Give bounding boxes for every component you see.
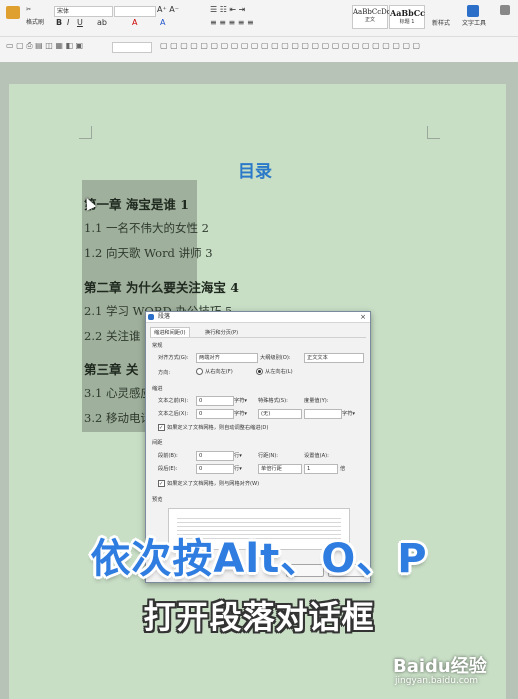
quick-access-icons-2[interactable]: ▢ ▢ ▢ ▢ ▢ ▢ ▢ ▢ ▢ ▢ ▢ ▢ ▢ ▢ ▢ ▢ ▢ ▢ ▢ ▢ … [160, 42, 420, 50]
style-normal[interactable]: AaBbCcDd 正文 [352, 5, 392, 29]
after-text-label: 文本之后(X): [158, 411, 189, 417]
toc-entry[interactable]: 3.1 心灵感应 [84, 385, 152, 401]
quick-access-icons[interactable]: ▭ ▢ ⎙ ▤ ◫ ▦ ◧ ▣ [6, 42, 83, 50]
unit-select[interactable]: 行▾ [234, 465, 242, 472]
tab-indent-spacing[interactable]: 缩进和间距(I) [150, 327, 190, 337]
strikethrough-icon[interactable]: ab [97, 19, 107, 27]
at-label: 设置值(A): [304, 453, 329, 459]
format-painter-label: 格式刷 [26, 19, 45, 26]
outline-level-select[interactable]: 正文文本 [304, 353, 364, 363]
rtl-radio[interactable]: 从右向左(F) [196, 368, 233, 375]
margin-mark [427, 126, 440, 139]
toc-entry[interactable]: 第三章 关 [84, 359, 138, 378]
before-text-input[interactable]: 0 [196, 396, 234, 406]
baidu-watermark: Baidu经验 jingyan.baidu.com [393, 652, 513, 686]
text-tools-button[interactable]: 文字工具 [462, 20, 486, 28]
space-after-label: 段后(E): [158, 466, 178, 472]
style-normal-label: 正文 [364, 17, 375, 23]
underline-button[interactable]: U [77, 19, 83, 27]
dialog-titlebar: 段落 [146, 312, 370, 323]
section-general: 常规 [152, 343, 163, 349]
tab-line-page-breaks[interactable]: 换行和分页(P) [202, 328, 241, 337]
ltr-label: 从左向右(L) [265, 369, 293, 375]
new-style-button[interactable]: 新样式 [432, 20, 450, 28]
bold-button[interactable]: B [56, 19, 62, 27]
toc-entry[interactable]: 第二章 为什么要关注海宝 4 [84, 277, 239, 296]
cut-icon[interactable]: ✂ [26, 6, 31, 14]
special-select[interactable]: (无) [258, 409, 302, 419]
grid-snap-label: 如果定义了文档网格，则与网格对齐(W) [167, 481, 260, 487]
toolbar-divider [0, 36, 518, 37]
highlight-icon[interactable]: A [132, 19, 137, 27]
format-painter-button[interactable]: 格式刷 [26, 19, 44, 27]
tab-divider [150, 337, 366, 338]
toolbar-ribbon: ✂ 格式刷 宋体 A⁺ A⁻ B I U ab A A ☰ ☷ ⇤ ⇥ ≡ ≡ … [0, 0, 518, 63]
space-after-input[interactable]: 0 [196, 464, 234, 474]
dialog-title: 段落 [158, 313, 171, 320]
unit-select[interactable]: 行▾ [234, 452, 242, 459]
close-icon[interactable]: × [360, 312, 366, 322]
grid-indent-label: 如果定义了文档网格，则自动调整右缩进(D) [167, 425, 269, 431]
after-text-input[interactable]: 0 [196, 409, 234, 419]
radio-icon [196, 368, 203, 375]
toc-entry[interactable]: 3.2 移动电话 [84, 410, 152, 426]
toc-entry[interactable]: 1.2 向天歌 Word 讲师 3 [84, 245, 213, 261]
toc-entry[interactable]: 第一章 海宝是谁 1 [84, 194, 189, 213]
alignment-label: 对齐方式(G): [158, 355, 189, 361]
rtl-label: 从右向左(F) [205, 369, 233, 375]
unit-select[interactable]: 字符▾ [234, 397, 247, 404]
space-before-label: 段前(B): [158, 453, 178, 459]
outline-level-label: 大纲级别(O): [260, 355, 291, 361]
watermark-brand: Baidu经验 [393, 656, 487, 677]
space-before-input[interactable]: 0 [196, 451, 234, 461]
unit-select[interactable]: 字符▾ [234, 410, 247, 417]
font-color-icon[interactable]: A [160, 19, 165, 27]
italic-button[interactable]: I [67, 19, 69, 27]
margin-mark [79, 126, 92, 139]
find-replace-icon[interactable] [500, 5, 510, 15]
line-spacing-select[interactable]: 单倍行距 [258, 464, 302, 474]
watermark-url: jingyan.baidu.com [395, 676, 479, 686]
section-spacing: 间距 [152, 440, 163, 446]
at-input[interactable]: 1 [304, 464, 338, 474]
unit-select[interactable]: 字符▾ [342, 410, 355, 417]
style-heading1[interactable]: AaBbCc 标题 1 [389, 5, 425, 29]
grid-indent-checkbox[interactable]: ✓ 如果定义了文档网格，则自动调整右缩进(D) [158, 424, 268, 431]
at-unit: 倍 [340, 466, 346, 472]
caption-description: 打开段落对话框 [143, 598, 375, 636]
font-size-select[interactable] [114, 6, 156, 17]
text-tools-icon [467, 5, 479, 17]
before-text-label: 文本之前(R): [158, 398, 189, 404]
section-preview: 预览 [152, 497, 163, 503]
toc-entry[interactable]: 2.2 关注谁 [84, 328, 140, 344]
style-h1-preview: AaBbCc [390, 8, 425, 18]
wps-icon [148, 314, 154, 320]
style-normal-preview: AaBbCcDd [353, 8, 392, 16]
grow-font-icon[interactable]: A⁺ A⁻ [157, 6, 179, 14]
measure-input[interactable] [304, 409, 342, 419]
bullets-icon[interactable]: ☰ ☷ ⇤ ⇥ [210, 6, 245, 14]
direction-label: 方向: [158, 370, 171, 376]
checkbox-checked-icon: ✓ [158, 424, 165, 431]
paste-icon[interactable] [6, 6, 20, 19]
radio-icon [256, 368, 263, 375]
line-spacing-label: 行距(N): [258, 453, 279, 459]
ltr-radio[interactable]: 从左向右(L) [256, 368, 293, 375]
checkbox-checked-icon: ✓ [158, 480, 165, 487]
toc-entry[interactable]: 1.1 一名不伟大的女性 2 [84, 220, 209, 236]
toc-title: 目录 [238, 162, 272, 182]
caption-shortcut: 依次按Alt、O、P [90, 536, 428, 582]
font-name-select[interactable]: 宋体 [54, 6, 113, 17]
measure-label: 度量值(Y): [304, 398, 329, 404]
section-indent: 缩进 [152, 386, 163, 392]
grid-snap-checkbox[interactable]: ✓ 如果定义了文档网格，则与网格对齐(W) [158, 480, 259, 487]
quick-select[interactable] [112, 42, 152, 53]
new-style-label: 新样式 [432, 20, 451, 27]
alignment-select[interactable]: 两端对齐 [196, 353, 258, 363]
text-tools-label: 文字工具 [462, 20, 487, 27]
align-icons[interactable]: ≡ ≡ ≡ ≡ ≡ [210, 19, 254, 27]
style-h1-label: 标题 1 [399, 19, 415, 25]
special-label: 特殊格式(S): [258, 398, 288, 404]
